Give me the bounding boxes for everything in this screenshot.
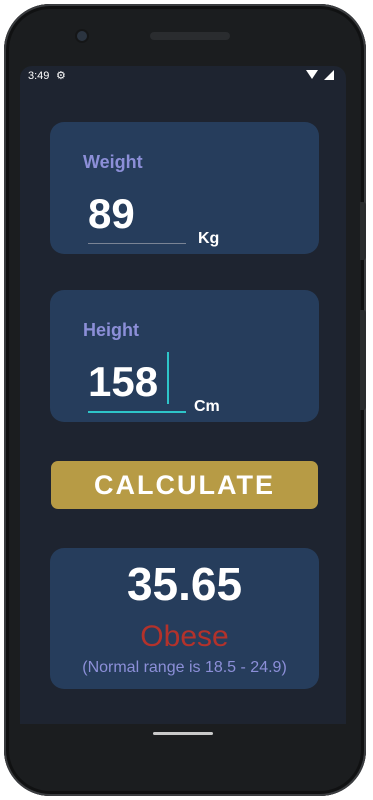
- cell-signal-icon: [324, 70, 334, 80]
- height-input[interactable]: 158: [88, 356, 158, 408]
- height-unit: Cm: [194, 398, 220, 415]
- weight-card: Weight 89 Kg: [50, 122, 319, 254]
- weight-input-underline: [88, 243, 186, 244]
- bmi-value: 35.65: [126, 558, 243, 610]
- weight-input[interactable]: 89: [88, 188, 135, 240]
- power-button: [360, 310, 366, 410]
- home-indicator[interactable]: [153, 732, 213, 735]
- status-time: 3:49: [28, 70, 50, 82]
- weight-unit: Kg: [198, 230, 220, 247]
- settings-gear-icon: ⚙: [56, 70, 66, 82]
- earpiece-speaker: [150, 32, 230, 40]
- normal-range-note: (Normal range is 18.5 - 24.9): [82, 659, 287, 676]
- weight-label: Weight: [83, 152, 143, 172]
- app-screen: 3:49 ⚙ Weight 89 Kg Height 158 Cm CALCUL…: [20, 66, 346, 746]
- bmi-category: Obese: [140, 620, 229, 653]
- volume-button: [360, 202, 366, 260]
- status-bar: 3:49 ⚙: [20, 66, 346, 86]
- wifi-icon: [306, 70, 318, 79]
- height-input-underline: [88, 411, 186, 413]
- height-card: Height 158 Cm: [50, 290, 319, 422]
- height-label: Height: [83, 320, 139, 340]
- text-cursor: [167, 352, 169, 404]
- calculate-button[interactable]: CALCULATE: [51, 461, 318, 509]
- result-card: 35.65 Obese (Normal range is 18.5 - 24.9…: [50, 548, 319, 689]
- navigation-bar: [20, 724, 346, 746]
- front-camera: [77, 31, 87, 41]
